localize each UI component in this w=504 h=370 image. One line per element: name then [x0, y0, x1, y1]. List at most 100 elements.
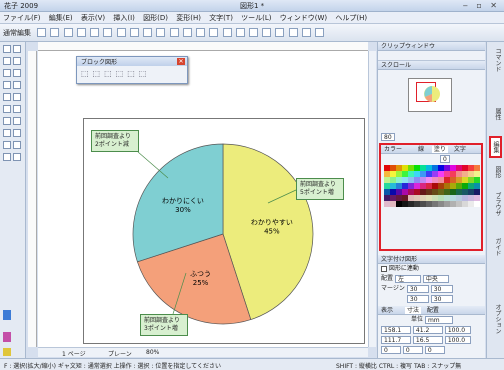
- columns-icon[interactable]: [116, 28, 126, 37]
- menu-edit[interactable]: 編集(E): [46, 12, 76, 24]
- close-icon[interactable]: ✕: [177, 58, 185, 65]
- group-icon[interactable]: [288, 28, 298, 37]
- height-field[interactable]: 16.5: [412, 335, 443, 344]
- shear-field[interactable]: 0: [424, 345, 445, 354]
- layer-blue-icon[interactable]: [3, 310, 11, 320]
- paste-icon[interactable]: [222, 28, 232, 37]
- text-tool-icon[interactable]: [3, 81, 11, 89]
- print-icon[interactable]: [169, 28, 179, 37]
- menu-text[interactable]: 文字(T): [206, 12, 236, 24]
- gray-swatch[interactable]: [474, 201, 480, 207]
- chart-tool-icon[interactable]: [13, 129, 21, 137]
- pen-tool-icon[interactable]: [13, 81, 21, 89]
- layer-yellow-icon[interactable]: [3, 348, 11, 356]
- tab-dimension[interactable]: 寸法: [404, 307, 421, 314]
- layer-indicator[interactable]: プレーン: [108, 349, 132, 358]
- window-controls[interactable]: ‒ ▫ ✕: [463, 1, 500, 10]
- align-icon[interactable]: [275, 28, 285, 37]
- vtab-guide[interactable]: ガイド: [489, 238, 502, 256]
- layout-icon[interactable]: [50, 28, 60, 37]
- undo-icon[interactable]: [235, 28, 245, 37]
- table-icon[interactable]: [90, 28, 100, 37]
- align-select[interactable]: 左: [394, 274, 421, 283]
- curve-tool-icon[interactable]: [13, 57, 21, 65]
- color-tab-text[interactable]: 文字: [454, 146, 466, 153]
- window-icon[interactable]: [63, 28, 73, 37]
- margin-bottom-field[interactable]: 30: [430, 294, 453, 303]
- menu-transform[interactable]: 変形(H): [173, 12, 204, 24]
- margin-left-field[interactable]: 30: [406, 284, 429, 293]
- open-icon[interactable]: [143, 28, 153, 37]
- vertical-scrollbar[interactable]: [368, 51, 376, 347]
- rotate-field[interactable]: 0: [381, 345, 401, 354]
- fill-tool-icon[interactable]: [3, 105, 11, 113]
- link-checkbox[interactable]: [381, 265, 387, 272]
- arrow-tool-icon[interactable]: [3, 117, 11, 125]
- width-field[interactable]: 41.2: [412, 325, 443, 334]
- margin-right-field[interactable]: 30: [430, 284, 453, 293]
- page-icon[interactable]: [103, 28, 113, 37]
- tab-display[interactable]: 表示: [381, 307, 393, 314]
- star-tool-icon[interactable]: [13, 117, 21, 125]
- zoom-indicator[interactable]: 80%: [146, 349, 159, 356]
- copy-icon[interactable]: [209, 28, 219, 37]
- valign-select[interactable]: 中央: [422, 274, 449, 283]
- menu-file[interactable]: ファイル(F): [0, 12, 44, 24]
- image-tool-icon[interactable]: [3, 129, 11, 137]
- vtab-command[interactable]: コマンド: [489, 48, 502, 72]
- grid-icon[interactable]: [37, 28, 47, 37]
- height-percent-field[interactable]: 100.0: [444, 335, 471, 344]
- help-icon[interactable]: [315, 28, 325, 37]
- select-tool-icon[interactable]: [3, 45, 11, 53]
- menu-shape[interactable]: 図形(D): [140, 12, 171, 24]
- hand-tool-icon[interactable]: [13, 153, 21, 161]
- color-value-field[interactable]: 0: [440, 154, 450, 163]
- symbol-tool-icon[interactable]: [13, 141, 21, 149]
- unit-select[interactable]: mm: [424, 315, 453, 324]
- color-tab-line[interactable]: 線: [418, 146, 424, 153]
- vtab-option[interactable]: オプション: [489, 304, 502, 334]
- frame-icon[interactable]: [76, 28, 86, 37]
- zoom-icon[interactable]: [262, 28, 272, 37]
- preview-icon[interactable]: [182, 28, 192, 37]
- menu-view[interactable]: 表示(V): [78, 12, 108, 24]
- color-palette[interactable]: [384, 165, 480, 207]
- polygon-tool-icon[interactable]: [13, 93, 21, 101]
- block-shape-icons[interactable]: ⬚⬚⬚⬚⬚⬚: [81, 69, 150, 78]
- margin-top-field[interactable]: 30: [406, 294, 429, 303]
- vtab-shape[interactable]: 図形: [489, 166, 502, 178]
- arc-tool-icon[interactable]: [3, 93, 11, 101]
- panel-toolbar[interactable]: [378, 51, 485, 61]
- menu-insert[interactable]: 挿入(I): [110, 12, 138, 24]
- skew-field[interactable]: 0: [402, 345, 423, 354]
- vtab-browser[interactable]: ブラウザ: [489, 192, 502, 216]
- menu-window[interactable]: ウィンドウ(W): [277, 12, 330, 24]
- save-icon[interactable]: [156, 28, 166, 37]
- x-field[interactable]: 158.1: [381, 325, 411, 334]
- color-tool-icon[interactable]: [13, 105, 21, 113]
- menu-tools[interactable]: ツール(L): [238, 12, 274, 24]
- rect-tool-icon[interactable]: [3, 69, 11, 77]
- tab-position[interactable]: 配置: [427, 307, 439, 314]
- vtab-attribute[interactable]: 属性: [489, 108, 502, 120]
- edit-mode-label[interactable]: 通常編集: [3, 28, 31, 38]
- page-indicator[interactable]: 1 ページ: [62, 349, 86, 358]
- zoom-field[interactable]: 80: [381, 132, 395, 141]
- horizontal-scrollbar[interactable]: 1 ページ プレーン 80%: [38, 347, 368, 358]
- text-icon[interactable]: [301, 28, 311, 37]
- rotate-tool-icon[interactable]: [13, 45, 21, 53]
- color-tab-fill[interactable]: 塗り: [431, 146, 448, 153]
- block-shape-panel[interactable]: ブロック図形 ✕ ⬚⬚⬚⬚⬚⬚: [76, 56, 188, 84]
- table-tool-icon[interactable]: [3, 141, 11, 149]
- new-icon[interactable]: [129, 28, 139, 37]
- ellipse-tool-icon[interactable]: [13, 69, 21, 77]
- width-percent-field[interactable]: 100.0: [444, 325, 471, 334]
- line-tool-icon[interactable]: [3, 57, 11, 65]
- menu-help[interactable]: ヘルプ(H): [332, 12, 370, 24]
- zoom-tool-icon[interactable]: [3, 153, 11, 161]
- layer-pink-icon[interactable]: [3, 332, 11, 342]
- y-field[interactable]: 111.7: [381, 335, 411, 344]
- redo-icon[interactable]: [248, 28, 258, 37]
- vtab-edit[interactable]: 編集: [489, 136, 502, 158]
- cut-icon[interactable]: [196, 28, 206, 37]
